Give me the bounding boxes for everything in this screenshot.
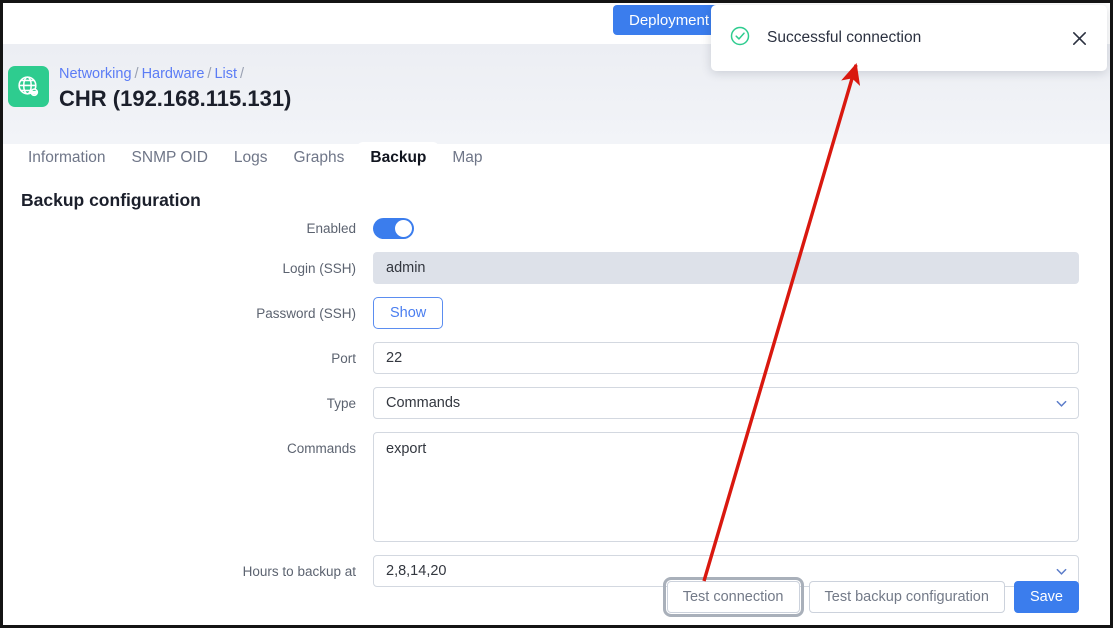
breadcrumb-item-networking[interactable]: Networking — [59, 66, 132, 82]
port-input[interactable]: 22 — [373, 342, 1079, 374]
test-connection-button[interactable]: Test connection — [662, 577, 804, 617]
form-row-enabled: Enabled — [3, 212, 1110, 239]
deployment-button[interactable]: Deployment — [613, 5, 726, 35]
app-window: Deployment Networking / Hardware / List / CHR… — [0, 0, 1113, 628]
form-row-login: Login (SSH) admin — [3, 252, 1110, 284]
password-label: Password (SSH) — [256, 306, 356, 321]
check-circle-icon — [729, 25, 751, 52]
tab-backup[interactable]: Backup — [357, 141, 440, 174]
breadcrumb-separator: / — [134, 66, 139, 82]
login-label: Login (SSH) — [282, 261, 356, 276]
form-row-password: Password (SSH) Show — [3, 297, 1110, 329]
toggle-knob — [395, 220, 412, 237]
tab-snmp-oid[interactable]: SNMP OID — [119, 142, 221, 175]
form-row-type: Type Commands — [3, 387, 1110, 419]
toast-message: Successful connection — [767, 29, 922, 46]
backup-configuration-form: Enabled Login (SSH) admin Password (SSH) — [3, 212, 1110, 600]
breadcrumb-separator: / — [207, 66, 212, 82]
form-actions: Test connection Test backup configuratio… — [662, 577, 1079, 617]
backup-configuration-panel: Backup configuration Enabled Login (SSH)… — [3, 174, 1110, 625]
enabled-label: Enabled — [306, 221, 356, 236]
breadcrumb-item-list[interactable]: List — [214, 66, 237, 82]
form-row-commands: Commands export — [3, 432, 1110, 542]
close-icon[interactable] — [1070, 29, 1089, 48]
tab-information[interactable]: Information — [15, 142, 119, 175]
tab-bar: Information SNMP OID Logs Graphs Backup … — [3, 136, 1110, 174]
save-button[interactable]: Save — [1013, 581, 1079, 613]
test-backup-configuration-button[interactable]: Test backup configuration — [808, 581, 1005, 613]
commands-label: Commands — [286, 441, 356, 456]
tab-graphs[interactable]: Graphs — [281, 142, 358, 175]
toast-notification: Successful connection — [711, 5, 1107, 71]
commands-textarea[interactable]: export — [373, 432, 1079, 542]
type-select[interactable]: Commands — [373, 387, 1079, 419]
type-select-wrapper: Commands — [373, 387, 1079, 419]
tab-map[interactable]: Map — [439, 142, 495, 175]
form-row-port: Port 22 — [3, 342, 1110, 374]
section-title: Backup configuration — [21, 190, 201, 210]
port-label: Port — [331, 351, 356, 366]
globe-network-icon — [8, 66, 49, 107]
hours-label: Hours to backup at — [242, 564, 356, 579]
show-password-button[interactable]: Show — [373, 297, 444, 329]
breadcrumb-separator: / — [240, 66, 245, 82]
page-title: CHR (192.168.115.131) — [59, 86, 292, 111]
breadcrumb-item-hardware[interactable]: Hardware — [142, 66, 205, 82]
enabled-toggle[interactable] — [373, 218, 414, 239]
tab-logs[interactable]: Logs — [221, 142, 281, 175]
login-input[interactable]: admin — [373, 252, 1079, 284]
breadcrumb: Networking / Hardware / List / — [59, 66, 247, 82]
type-label: Type — [326, 396, 356, 411]
